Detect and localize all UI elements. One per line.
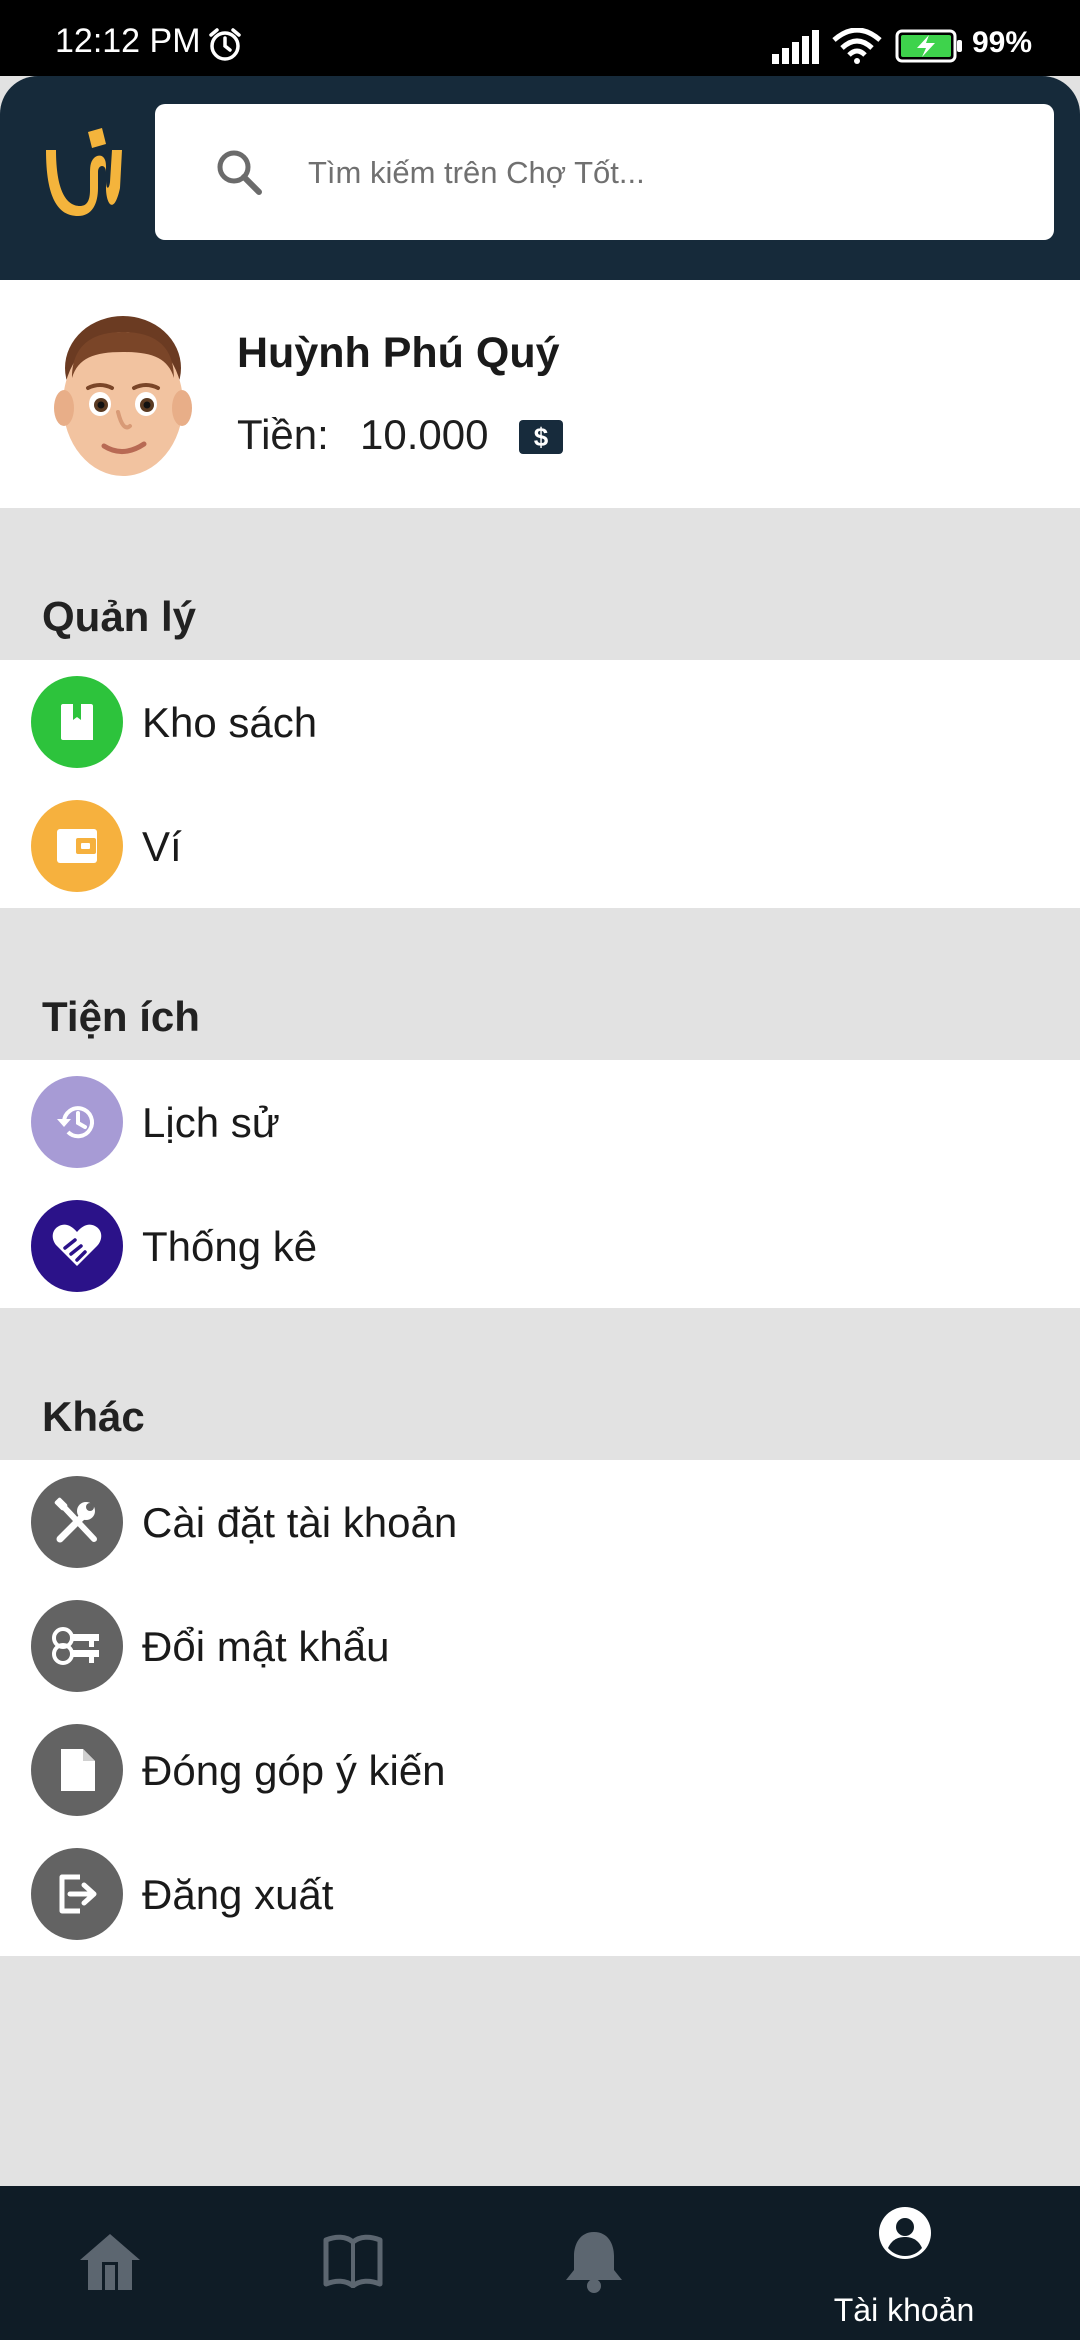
- section-title-manage: Quản lý: [42, 593, 197, 640]
- menu-item-logout[interactable]: Đăng xuất: [0, 1832, 1080, 1956]
- menu-label: Lịch sử: [142, 1099, 280, 1146]
- account-icon: [879, 2207, 931, 2259]
- menu-item-wallet[interactable]: Ví: [0, 784, 1080, 908]
- signal-icon: [772, 30, 819, 64]
- search-icon: [217, 150, 262, 195]
- bookmark-icon: [31, 676, 123, 768]
- profile-card[interactable]: Huỳnh Phú Quý Tiền: 10.000 $: [0, 280, 1080, 508]
- currency-icon: $: [519, 420, 563, 454]
- search-input[interactable]: Tìm kiếm trên Chợ Tốt...: [308, 155, 645, 190]
- section-manage: Kho sách Ví: [0, 660, 1080, 908]
- status-time: 12:12 PM: [55, 22, 201, 60]
- book-icon: [323, 2234, 383, 2288]
- menu-label: Cài đặt tài khoản: [142, 1499, 458, 1546]
- key-icon: [31, 1600, 123, 1692]
- logout-icon: [31, 1848, 123, 1940]
- nav-home[interactable]: [10, 2186, 210, 2340]
- bottom-navigation: Tài khoản: [0, 2186, 1080, 2340]
- app-logo[interactable]: [40, 128, 126, 222]
- handshake-heart-icon: [31, 1200, 123, 1292]
- menu-label: Ví: [142, 823, 182, 870]
- status-bar: 12:12 PM 99%: [0, 0, 1080, 76]
- menu-label: Đăng xuất: [142, 1871, 334, 1918]
- menu-item-history[interactable]: Lịch sử: [0, 1060, 1080, 1184]
- menu-item-statistics[interactable]: Thống kê: [0, 1184, 1080, 1308]
- search-bar[interactable]: Tìm kiếm trên Chợ Tốt...: [155, 104, 1054, 240]
- document-icon: [31, 1724, 123, 1816]
- menu-item-feedback[interactable]: Đóng góp ý kiến: [0, 1708, 1080, 1832]
- menu-label: Đổi mật khẩu: [142, 1623, 390, 1670]
- section-title-utilities: Tiện ích: [42, 993, 200, 1040]
- battery-charging-icon: [895, 29, 962, 63]
- profile-name: Huỳnh Phú Quý: [237, 329, 560, 377]
- tools-icon: [31, 1476, 123, 1568]
- menu-label: Kho sách: [142, 699, 318, 746]
- battery-percent: 99%: [972, 26, 1033, 59]
- app-header: Tìm kiếm trên Chợ Tốt...: [0, 76, 1080, 280]
- nav-books[interactable]: [252, 2186, 452, 2340]
- nav-label-account: Tài khoản: [833, 2292, 975, 2328]
- balance-value: 10.000: [360, 411, 489, 458]
- wallet-icon: [31, 800, 123, 892]
- home-icon: [80, 2234, 140, 2290]
- section-title-other: Khác: [42, 1393, 145, 1440]
- nav-notifications[interactable]: [494, 2186, 694, 2340]
- balance-label: Tiền:: [237, 411, 329, 458]
- avatar: [54, 316, 192, 476]
- history-icon: [31, 1076, 123, 1168]
- menu-item-bookshelf[interactable]: Kho sách: [0, 660, 1080, 784]
- nav-account[interactable]: Tài khoản: [804, 2186, 1004, 2340]
- alarm-icon: [209, 28, 241, 61]
- menu-label: Thống kê: [142, 1223, 318, 1270]
- menu-item-change-password[interactable]: Đổi mật khẩu: [0, 1584, 1080, 1708]
- bell-icon: [566, 2232, 622, 2293]
- section-utilities: Lịch sử Thống kê: [0, 1060, 1080, 1308]
- wifi-icon: [832, 28, 882, 64]
- menu-label: Đóng góp ý kiến: [142, 1747, 446, 1794]
- menu-item-account-settings[interactable]: Cài đặt tài khoản: [0, 1460, 1080, 1584]
- section-other: Cài đặt tài khoản Đổi mật khẩu Đóng góp …: [0, 1460, 1080, 1956]
